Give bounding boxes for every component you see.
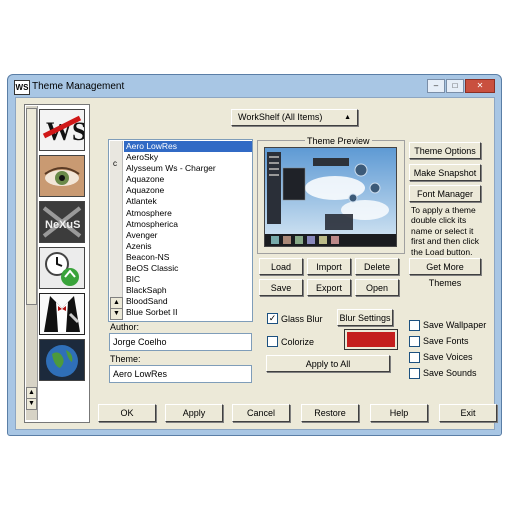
glass-blur-checkbox[interactable]: ✓ (267, 313, 278, 324)
dialog-client-area: ▲ ▼ WS NeXuS WorkShelf (All Items) ▲ ▲ ▼… (15, 97, 497, 430)
theme-preview-title: Theme Preview (305, 136, 372, 146)
colorize-color-swatch[interactable] (344, 329, 398, 350)
theme-management-window: WS Theme Management – □ ✕ ▲ ▼ WS NeXuS W… (7, 74, 502, 436)
theme-list-item[interactable]: Beacon-NS (124, 252, 252, 263)
theme-list-item[interactable]: Avenger (124, 230, 252, 241)
theme-list-item[interactable]: Atmospherica (124, 219, 252, 230)
delete-button[interactable]: Delete (355, 258, 399, 275)
blur-settings-button[interactable]: Blur Settings (337, 309, 393, 326)
ok-button[interactable]: OK (98, 404, 156, 422)
tuxedo-icon[interactable] (39, 293, 85, 335)
globe-icon[interactable] (39, 339, 85, 381)
glass-blur-label: Glass Blur (281, 314, 323, 324)
theme-list-item[interactable]: BeOS Classic (124, 263, 252, 274)
theme-list-item[interactable]: Atlantek (124, 196, 252, 207)
theme-list-item[interactable]: Azenis (124, 241, 252, 252)
theme-name-field[interactable]: Aero LowRes (109, 365, 252, 383)
theme-list-item[interactable]: Aquazone (124, 185, 252, 196)
theme-preview-image (264, 147, 397, 247)
theme-label: Theme: (110, 354, 141, 364)
theme-list-item[interactable]: Alysseum Ws - Charger (124, 163, 252, 174)
window-title: Theme Management (32, 81, 125, 92)
theme-list[interactable]: ▲ ▼ c Aero LowRes AeroSky Alysseum Ws - Ch… (108, 139, 253, 322)
save-voices-label: Save Voices (423, 352, 473, 362)
sidebar-scroll-thumb[interactable] (26, 108, 37, 305)
colorize-label: Colorize (281, 337, 315, 347)
theme-list-item[interactable]: Atmosphere (124, 208, 252, 219)
apply-button[interactable]: Apply (165, 404, 223, 422)
exit-button[interactable]: Exit (439, 404, 497, 422)
theme-list-item[interactable]: Aquazone (124, 174, 252, 185)
theme-list-scrollbar[interactable]: ▲ ▼ c (110, 141, 123, 320)
theme-list-item[interactable]: BorgX (124, 319, 252, 322)
load-hint-text: To apply a theme double click its name o… (411, 205, 480, 257)
clock-recycle-icon[interactable] (39, 247, 85, 289)
help-button[interactable]: Help (370, 404, 428, 422)
maximize-button[interactable]: □ (446, 79, 464, 93)
title-bar[interactable]: WS Theme Management – □ ✕ (8, 75, 501, 97)
theme-list-item[interactable]: AeroSky (124, 152, 252, 163)
open-button[interactable]: Open (355, 279, 399, 296)
theme-list-item[interactable]: Aero LowRes (124, 141, 252, 153)
theme-list-items: Aero LowRes AeroSky Alysseum Ws - Charger A… (124, 141, 252, 322)
close-button[interactable]: ✕ (465, 79, 495, 93)
save-fonts-checkbox[interactable] (409, 336, 420, 347)
theme-list-item[interactable]: BIC (124, 274, 252, 285)
theme-list-item[interactable]: BlackSaph (124, 285, 252, 296)
eye-icon[interactable] (39, 155, 85, 197)
minimize-button[interactable]: – (427, 79, 445, 93)
filter-dropdown-value: WorkShelf (All Items) (238, 112, 323, 122)
save-button[interactable]: Save (259, 279, 303, 296)
font-manager-button[interactable]: Font Manager (409, 185, 481, 202)
restore-button[interactable]: Restore (301, 404, 359, 422)
import-button[interactable]: Import (307, 258, 351, 275)
theme-list-scroll-thumb[interactable]: c (113, 159, 117, 168)
save-sounds-label: Save Sounds (423, 368, 477, 378)
save-sounds-checkbox[interactable] (409, 368, 420, 379)
category-sidebar: ▲ ▼ WS NeXuS (24, 104, 90, 423)
author-label: Author: (110, 322, 140, 332)
get-more-themes-button[interactable]: Get More Themes (409, 258, 481, 288)
make-snapshot-button[interactable]: Make Snapshot (409, 164, 481, 181)
theme-options-button[interactable]: Theme Options (409, 142, 481, 159)
save-wallpaper-label: Save Wallpaper (423, 320, 487, 330)
load-button[interactable]: Load (259, 258, 303, 275)
sidebar-scrollbar[interactable]: ▲ ▼ (26, 106, 38, 420)
app-logo-icon: WS (14, 80, 30, 95)
filter-dropdown[interactable]: WorkShelf (All Items) ▲ (231, 109, 358, 126)
theme-list-scroll-down[interactable]: ▼ (110, 308, 123, 320)
theme-list-item[interactable]: BloodSand (124, 296, 252, 307)
save-wallpaper-checkbox[interactable] (409, 320, 420, 331)
apply-to-all-button[interactable]: Apply to All (266, 355, 390, 372)
save-fonts-label: Save Fonts (423, 336, 469, 346)
nexus-text: NeXuS (45, 219, 80, 231)
nexus-icon[interactable]: NeXuS (39, 201, 85, 243)
cancel-button[interactable]: Cancel (232, 404, 290, 422)
sidebar-scroll-down[interactable]: ▼ (26, 398, 37, 410)
colorize-checkbox[interactable] (267, 336, 278, 347)
export-button[interactable]: Export (307, 279, 351, 296)
theme-list-item[interactable]: Blue Sorbet II (124, 307, 252, 318)
author-field[interactable]: Jorge Coelho (109, 333, 252, 351)
save-voices-checkbox[interactable] (409, 352, 420, 363)
dropdown-arrow-icon: ▲ (344, 114, 351, 121)
ws-logo-icon[interactable]: WS (39, 109, 86, 151)
